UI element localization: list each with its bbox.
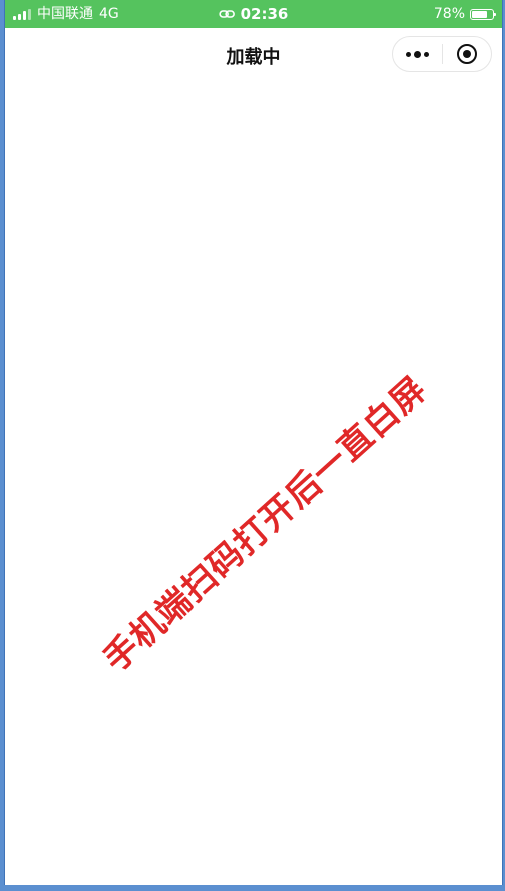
overlay-annotation: 手机端扫码打开后一直白屏 xyxy=(95,369,435,680)
more-button[interactable] xyxy=(393,37,442,71)
status-center: 02:36 xyxy=(218,5,289,23)
more-dots-icon xyxy=(405,50,429,58)
signal-bars-icon xyxy=(13,8,31,20)
close-button[interactable] xyxy=(442,37,491,71)
network-label: 4G xyxy=(99,6,119,22)
status-bar: 中国联通 4G 02:36 78% xyxy=(5,0,502,28)
status-left: 中国联通 4G xyxy=(13,6,119,22)
carrier-label: 中国联通 xyxy=(37,6,93,22)
page-content: 手机端扫码打开后一直白屏 xyxy=(5,80,502,885)
phone-screen: 中国联通 4G 02:36 78% 加载中 手机端扫码打开后一直白屏 xyxy=(4,0,503,885)
status-time: 02:36 xyxy=(240,5,289,23)
battery-percent: 78% xyxy=(433,6,465,22)
battery-icon xyxy=(470,8,496,20)
miniprogram-capsule xyxy=(392,36,492,72)
target-circle-icon xyxy=(456,44,477,64)
link-icon xyxy=(218,9,235,19)
nav-bar: 加载中 xyxy=(5,28,502,80)
battery-fill xyxy=(472,10,488,18)
status-right: 78% xyxy=(433,6,496,22)
